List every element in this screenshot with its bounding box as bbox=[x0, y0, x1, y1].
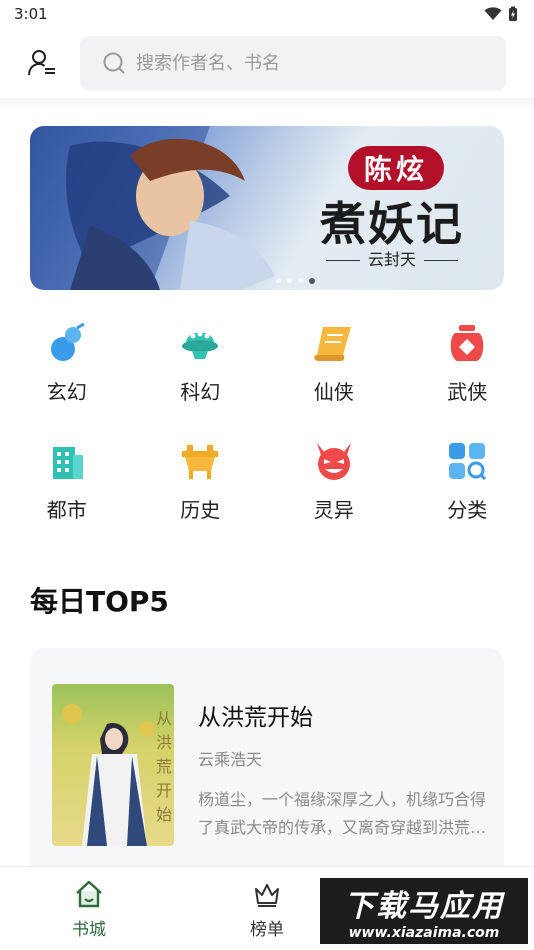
banner-dot bbox=[298, 278, 303, 283]
nav-bookstore[interactable]: 书城 bbox=[0, 867, 178, 950]
category-label: 分类 bbox=[447, 498, 488, 522]
category-label: 历史 bbox=[180, 498, 221, 522]
category-label: 仙侠 bbox=[313, 380, 354, 404]
category-label: 都市 bbox=[46, 498, 87, 522]
book-cover-title: 荒 bbox=[156, 757, 172, 776]
category-grid-icon bbox=[446, 440, 488, 482]
book-cover-illustration: 从 洪 荒 开 始 bbox=[62, 704, 172, 846]
book-title[interactable]: 从洪荒开始 bbox=[198, 698, 313, 732]
category-row: 都市 历史 灵异 分类 bbox=[0, 436, 534, 554]
promo-banner[interactable]: 陈炫 煮妖记 云封天 bbox=[30, 126, 504, 290]
banner-illustration bbox=[30, 126, 275, 290]
category-dushi[interactable]: 都市 bbox=[0, 436, 134, 554]
profile-button[interactable] bbox=[26, 46, 58, 80]
building-icon bbox=[46, 440, 88, 482]
banner-title: 煮妖记 bbox=[320, 197, 464, 251]
header-divider bbox=[0, 98, 534, 108]
battery-icon bbox=[509, 6, 517, 21]
banner-dot-active bbox=[309, 278, 315, 284]
nav-label: 榜单 bbox=[250, 920, 284, 940]
wifi-icon bbox=[484, 7, 502, 20]
banner-dot bbox=[287, 278, 292, 283]
book-description: 杨道尘，一个福缘深厚之人，机缘巧合得了真武大帝的传承，又离奇穿越到洪荒世界。 bbox=[198, 790, 487, 837]
status-icons bbox=[484, 6, 518, 22]
category-xianxia[interactable]: 仙侠 bbox=[267, 318, 401, 436]
category-kehuan[interactable]: 科幻 bbox=[134, 318, 268, 436]
category-grid: 玄幻 科幻 仙侠 武侠 都市 历史 灵异 分类 bbox=[0, 318, 534, 554]
category-xuanhuan[interactable]: 玄幻 bbox=[0, 318, 134, 436]
search-icon bbox=[103, 52, 125, 74]
search-bar[interactable] bbox=[80, 36, 506, 90]
book-cover-title: 始 bbox=[156, 805, 172, 824]
banner-dot bbox=[276, 278, 281, 283]
category-fenlei[interactable]: 分类 bbox=[401, 436, 534, 554]
watermark-url: www.xiazaima.com bbox=[348, 925, 500, 941]
crown-icon bbox=[255, 884, 279, 907]
gourd-icon bbox=[46, 322, 88, 364]
book-cover-title: 从 bbox=[156, 709, 172, 728]
banner-author-seal: 陈炫 bbox=[348, 146, 444, 190]
nav-label: 书城 bbox=[72, 920, 106, 940]
devil-icon bbox=[313, 440, 355, 482]
section-title-daily-top5: 每日TOP5 bbox=[30, 585, 169, 618]
bronze-ding-icon bbox=[179, 440, 221, 482]
status-bar: 3:01 bbox=[0, 0, 534, 28]
book-cover-title: 洪 bbox=[156, 733, 172, 752]
category-lingyi[interactable]: 灵异 bbox=[267, 436, 401, 554]
header bbox=[0, 28, 534, 98]
banner-subtitle: 云封天 bbox=[292, 246, 492, 270]
category-lishi[interactable]: 历史 bbox=[134, 436, 268, 554]
book-cover[interactable]: 从 洪 荒 开 始 bbox=[52, 684, 174, 846]
watermark-logo-text: 下载马应用 bbox=[344, 889, 504, 924]
wine-jar-icon bbox=[446, 322, 488, 364]
book-author: 云乘浩天 bbox=[198, 750, 263, 769]
home-icon bbox=[76, 880, 102, 908]
scroll-icon bbox=[313, 322, 355, 364]
book-card[interactable]: 从 洪 荒 开 始 从洪荒开始 云乘浩天 杨道尘，一个福缘深厚之人，机缘巧合得了… bbox=[30, 648, 504, 878]
category-row: 玄幻 科幻 仙侠 武侠 bbox=[0, 318, 534, 436]
category-label: 玄幻 bbox=[46, 380, 87, 404]
search-input[interactable] bbox=[136, 52, 436, 74]
banner-pagination bbox=[276, 278, 315, 284]
user-menu-icon bbox=[28, 50, 55, 76]
site-watermark: 下载马应用 www.xiazaima.com bbox=[318, 876, 530, 946]
category-label: 科幻 bbox=[180, 380, 221, 404]
ufo-icon bbox=[179, 322, 221, 364]
category-wuxia[interactable]: 武侠 bbox=[401, 318, 534, 436]
book-cover-title: 开 bbox=[156, 781, 172, 800]
status-time: 3:01 bbox=[14, 5, 48, 23]
category-label: 武侠 bbox=[447, 380, 488, 404]
category-label: 灵异 bbox=[313, 498, 354, 522]
